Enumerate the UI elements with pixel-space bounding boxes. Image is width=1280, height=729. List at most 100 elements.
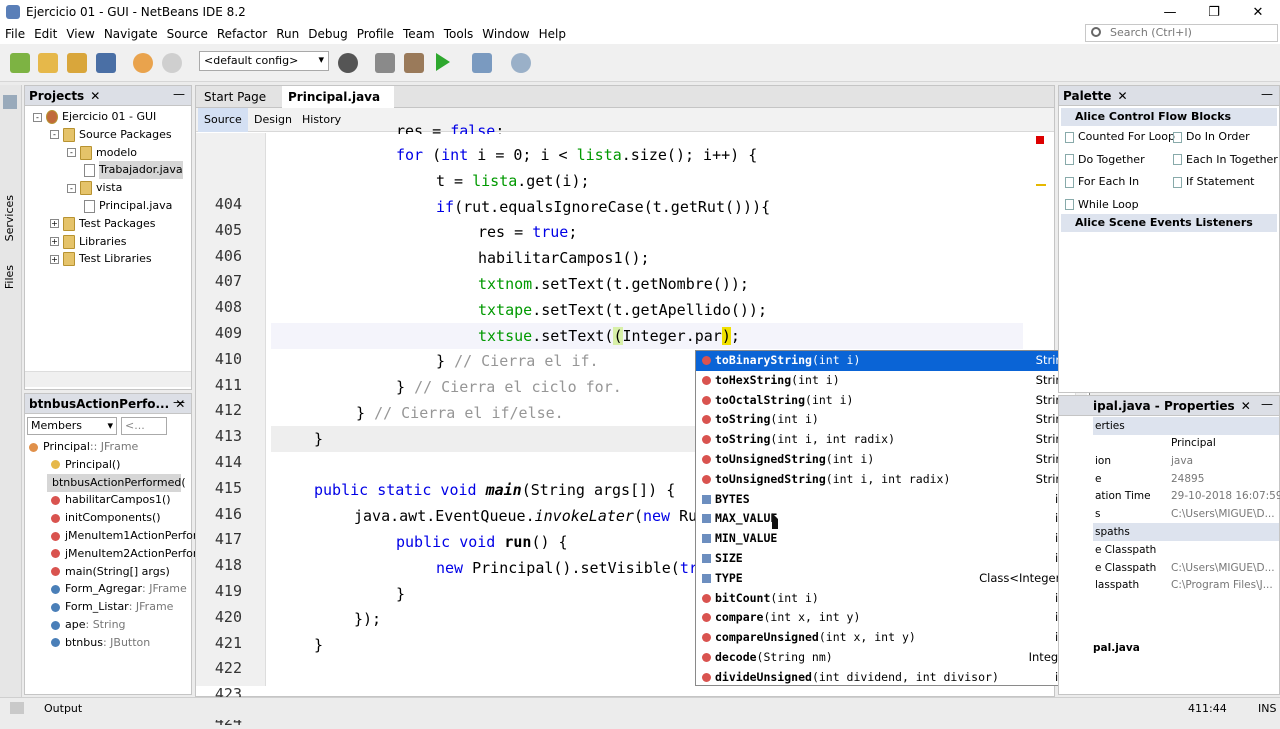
run-icon[interactable] xyxy=(436,53,450,71)
property-row[interactable]: e 24895 xyxy=(1093,470,1279,488)
list-item[interactable]: Principal :: JFrame xyxy=(29,438,138,456)
close-icon[interactable]: ✕ xyxy=(90,89,100,103)
menu-navigate[interactable]: Navigate xyxy=(104,27,158,41)
list-item[interactable]: Form_Agregar : JFrame xyxy=(51,580,187,598)
clean-build-icon[interactable] xyxy=(404,53,424,73)
completion-item[interactable]: SIZEint xyxy=(696,549,1074,569)
menu-file[interactable]: File xyxy=(5,27,25,41)
minimize-icon[interactable]: — xyxy=(173,395,185,409)
completion-item[interactable]: decode(String nm) Integer xyxy=(696,648,1074,668)
palette-item[interactable]: Each In Together xyxy=(1173,153,1278,166)
maximize-icon[interactable]: ❐ xyxy=(1192,0,1236,24)
expand-icon[interactable]: - xyxy=(33,112,42,122)
property-row[interactable]: ion java xyxy=(1093,452,1279,470)
menu-debug[interactable]: Debug xyxy=(308,27,347,41)
completion-item[interactable]: toBinaryString(int i) String xyxy=(696,351,1074,371)
members-select[interactable]: Members ▾ xyxy=(27,417,117,435)
menu-tools[interactable]: Tools xyxy=(444,27,474,41)
tree-node[interactable]: - vista xyxy=(67,179,122,197)
filter-select[interactable]: <... xyxy=(121,417,167,435)
completion-item[interactable]: divideUnsigned(int dividend, int divisor… xyxy=(696,668,1074,685)
list-item[interactable]: habilitarCampos1() xyxy=(51,491,171,509)
menu-view[interactable]: View xyxy=(66,27,94,41)
palette-item[interactable]: While Loop xyxy=(1065,198,1139,211)
menu-source[interactable]: Source xyxy=(167,27,208,41)
palette-item[interactable]: Do In Order xyxy=(1173,130,1250,143)
completion-item[interactable]: TYPE Class<Integer> xyxy=(696,569,1074,589)
completion-item[interactable]: compare(int x, int y)int xyxy=(696,608,1074,628)
minimize-icon[interactable]: — xyxy=(1148,0,1192,24)
menu-team[interactable]: Team xyxy=(403,27,435,41)
menu-refactor[interactable]: Refactor xyxy=(217,27,267,41)
menu-run[interactable]: Run xyxy=(276,27,299,41)
completion-item[interactable]: MAX_VALUEint xyxy=(696,509,1074,529)
list-item[interactable]: btnbusActionPerformed( xyxy=(47,473,186,492)
horizontal-scrollbar[interactable] xyxy=(25,371,191,387)
tree-node[interactable]: Principal.java xyxy=(84,197,172,215)
tree-node[interactable]: - Source Packages xyxy=(50,126,172,144)
list-item[interactable]: initComponents() xyxy=(51,509,161,527)
property-row[interactable]: ation Time 29-10-2018 16:07:59 xyxy=(1093,487,1280,505)
tree-node[interactable]: - modelo xyxy=(67,144,137,162)
completion-item[interactable]: MIN_VALUEint xyxy=(696,529,1074,549)
completion-item[interactable]: toString(int i, int radix) String xyxy=(696,430,1074,450)
close-icon[interactable]: ✕ xyxy=(1117,89,1127,103)
services-icon[interactable] xyxy=(3,95,17,109)
debug-icon[interactable] xyxy=(472,53,492,73)
new-file-icon[interactable] xyxy=(38,53,58,73)
tab-files[interactable]: Files xyxy=(3,265,16,289)
open-project-icon[interactable] xyxy=(67,53,87,73)
menu-edit[interactable]: Edit xyxy=(34,27,57,41)
profile-icon[interactable] xyxy=(511,53,531,73)
completion-item[interactable]: toOctalString(int i) String xyxy=(696,391,1074,411)
undo-icon[interactable] xyxy=(133,53,153,73)
save-all-icon[interactable] xyxy=(96,53,116,73)
list-item[interactable]: ape : String xyxy=(51,616,126,634)
property-row[interactable]: lasspath C:\Program Files\J... xyxy=(1093,576,1279,594)
autocomplete-popup[interactable]: toBinaryString(int i) String toHexString(i… xyxy=(695,350,1090,686)
tab-services[interactable]: Services xyxy=(3,195,16,241)
expand-icon[interactable]: - xyxy=(67,148,76,158)
new-project-icon[interactable] xyxy=(10,53,30,73)
palette-section-scene-events[interactable]: Alice Scene Events Listeners xyxy=(1061,214,1277,232)
expand-icon[interactable]: + xyxy=(50,237,59,247)
tree-node[interactable]: Trabajador.java xyxy=(84,161,183,180)
property-row[interactable]: s C:\Users\MIGUE\D... xyxy=(1093,505,1279,523)
list-item[interactable]: Principal() xyxy=(51,456,120,474)
completion-item[interactable]: bitCount(int i)int xyxy=(696,589,1074,609)
search-input[interactable]: Search (Ctrl+I) xyxy=(1085,24,1278,42)
property-row[interactable]: e Classpath xyxy=(1093,541,1279,559)
globe-icon[interactable] xyxy=(338,53,358,73)
property-row[interactable]: e Classpath C:\Users\MIGUE\D... xyxy=(1093,559,1279,577)
completion-item[interactable]: compareUnsigned(int x, int y)int xyxy=(696,628,1074,648)
config-select[interactable]: <default config> ▾ xyxy=(199,51,329,71)
expand-icon[interactable]: + xyxy=(50,219,59,229)
list-item[interactable]: Form_Listar : JFrame xyxy=(51,598,173,616)
redo-icon[interactable] xyxy=(162,53,182,73)
expand-icon[interactable]: - xyxy=(67,183,76,193)
expand-icon[interactable]: - xyxy=(50,130,59,140)
property-row[interactable]: Principal xyxy=(1093,434,1279,452)
palette-item[interactable]: For Each In xyxy=(1065,175,1139,188)
list-item[interactable]: jMenuItem2ActionPerfor xyxy=(51,545,197,563)
expand-icon[interactable]: + xyxy=(50,254,59,264)
tree-node[interactable]: + Test Libraries xyxy=(50,250,152,268)
completion-item[interactable]: toString(int i) String xyxy=(696,410,1074,430)
minimize-icon[interactable]: — xyxy=(1261,87,1273,101)
minimize-icon[interactable]: — xyxy=(173,87,185,101)
palette-section-control-flow[interactable]: Alice Control Flow Blocks xyxy=(1061,108,1277,126)
completion-item[interactable]: toUnsignedString(int i, int radix) String xyxy=(696,470,1074,490)
list-item[interactable]: jMenuItem1ActionPerfor xyxy=(51,527,197,545)
tree-node[interactable]: - Ejercicio 01 - GUI xyxy=(33,108,156,126)
completion-item[interactable]: toUnsignedString(int i) String xyxy=(696,450,1074,470)
palette-item[interactable]: Counted For Loop xyxy=(1065,130,1175,143)
menu-help[interactable]: Help xyxy=(539,27,566,41)
output-tab[interactable]: Output xyxy=(44,702,82,715)
completion-item[interactable]: toHexString(int i) String xyxy=(696,371,1074,391)
close-icon[interactable]: ✕ xyxy=(1241,399,1251,413)
menu-window[interactable]: Window xyxy=(482,27,529,41)
close-icon[interactable]: ✕ xyxy=(1236,0,1280,24)
minimize-icon[interactable]: — xyxy=(1261,397,1273,411)
completion-item[interactable]: BYTESint xyxy=(696,490,1074,510)
build-icon[interactable] xyxy=(375,53,395,73)
